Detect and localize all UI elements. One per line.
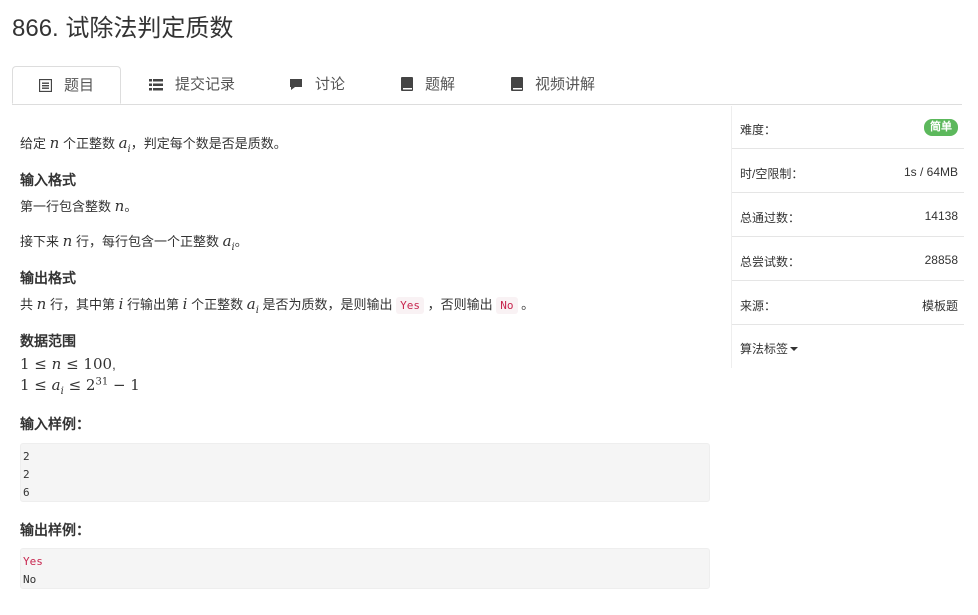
text: 行输出第 bbox=[127, 297, 180, 312]
math-var: a bbox=[246, 295, 256, 313]
tab-bar: 题目 提交记录 讨论 题解 视频讲解 bbox=[12, 66, 962, 105]
text: ，判定每个数是否是质数。 bbox=[130, 136, 287, 151]
sample-output-heading: 输出样例： bbox=[20, 522, 90, 538]
math-text: 1 ≤ bbox=[20, 376, 52, 394]
text: 个正整数 bbox=[62, 136, 115, 151]
math-var: a bbox=[222, 232, 232, 250]
math-text: − 1 bbox=[108, 376, 140, 394]
math-n: n bbox=[62, 232, 73, 250]
problem-info-panel: 难度： 简单 时/空限制： 1s / 64MB 总通过数： 14138 总尝试数… bbox=[731, 106, 964, 368]
tags-label: 算法标签 bbox=[740, 342, 789, 356]
math-ai: ai bbox=[222, 232, 235, 253]
source-label: 来源： bbox=[740, 299, 777, 313]
tries-label: 总尝试数： bbox=[740, 255, 801, 269]
math-ai: ai bbox=[51, 376, 64, 397]
algorithm-tags-toggle[interactable]: 算法标签 bbox=[740, 340, 799, 357]
output-description: 共 n 行，其中第 i 行输出第 i 个正整数 ai 是否为质数，是则输出 Ye… bbox=[20, 294, 534, 316]
problem-description: 给定 n 个正整数 ai，判定每个数是否是质数。 bbox=[20, 133, 287, 155]
input-line-2: 接下来 n 行，每行包含一个正整数 ai。 bbox=[20, 231, 248, 253]
book-icon bbox=[511, 77, 523, 91]
passed-label: 总通过数： bbox=[740, 211, 801, 225]
text: 接下来 bbox=[20, 234, 60, 249]
tab-discussion[interactable]: 讨论 bbox=[289, 66, 345, 104]
code-line: 2 bbox=[23, 450, 30, 463]
sample-input-box: 2 2 6 bbox=[20, 443, 710, 502]
input-line-1: 第一行包含整数 n。 bbox=[20, 196, 137, 215]
passed-row: 总通过数： 14138 bbox=[732, 194, 964, 237]
page-title: 866. 试除法判定质数 bbox=[12, 15, 234, 42]
code-line: No bbox=[23, 573, 37, 586]
tab-video[interactable]: 视频讲解 bbox=[511, 66, 595, 104]
math-ai: ai bbox=[118, 134, 131, 155]
difficulty-row: 难度： 简单 bbox=[732, 106, 964, 149]
text: 个正整数 bbox=[191, 297, 244, 312]
source-row: 来源： 模板题 bbox=[732, 282, 964, 325]
text: , bbox=[112, 357, 116, 372]
caret-down-icon bbox=[790, 347, 799, 351]
math-i: i bbox=[118, 295, 124, 313]
inline-code-yes: Yes bbox=[396, 297, 425, 314]
input-heading: 输入格式 bbox=[20, 172, 76, 188]
text: 行，每行包含一个正整数 bbox=[75, 234, 219, 249]
text: 。 bbox=[124, 199, 138, 214]
text: 行，其中第 bbox=[49, 297, 115, 312]
tries-row: 总尝试数： 28858 bbox=[732, 238, 964, 281]
tab-label: 讨论 bbox=[315, 76, 346, 93]
sample-output-box: Yes No bbox=[20, 548, 710, 589]
text: 。 bbox=[521, 297, 535, 312]
tab-submissions[interactable]: 提交记录 bbox=[149, 66, 235, 104]
math-sup: 31 bbox=[95, 376, 109, 388]
text: 第一行包含整数 bbox=[20, 199, 112, 214]
code-line: 2 bbox=[23, 468, 30, 481]
limit-label: 时/空限制： bbox=[740, 167, 804, 181]
sample-input-heading: 输入样例： bbox=[20, 416, 90, 432]
code-line: 6 bbox=[23, 486, 30, 499]
output-heading: 输出格式 bbox=[20, 270, 76, 286]
tab-solutions[interactable]: 题解 bbox=[401, 66, 455, 104]
text: 共 bbox=[20, 297, 34, 312]
math-ai: ai bbox=[246, 295, 259, 316]
tab-label: 题解 bbox=[425, 76, 456, 93]
source-value[interactable]: 模板题 bbox=[922, 297, 958, 314]
tab-label: 提交记录 bbox=[175, 76, 236, 93]
difficulty-badge: 简单 bbox=[924, 119, 958, 136]
list-icon bbox=[149, 79, 163, 91]
math-text: 1 ≤ bbox=[20, 355, 52, 373]
math-var: a bbox=[118, 134, 128, 152]
tab-label: 视频讲解 bbox=[535, 76, 596, 93]
math-sub: i bbox=[255, 305, 259, 316]
inline-code-no: No bbox=[496, 297, 518, 314]
math-n: n bbox=[51, 355, 62, 373]
range-heading: 数据范围 bbox=[20, 333, 76, 349]
tab-problem[interactable]: 题目 bbox=[12, 66, 121, 104]
text: 。 bbox=[234, 234, 248, 249]
math-i: i bbox=[182, 295, 188, 313]
tries-value: 28858 bbox=[924, 253, 958, 267]
code-line: Yes bbox=[23, 555, 43, 568]
tab-label: 题目 bbox=[64, 77, 95, 94]
book-icon bbox=[401, 77, 413, 91]
limit-row: 时/空限制： 1s / 64MB bbox=[732, 150, 964, 193]
difficulty-label: 难度： bbox=[740, 123, 777, 137]
limit-value: 1s / 64MB bbox=[903, 165, 958, 179]
math-text: ≤ 2 bbox=[63, 376, 96, 394]
range-line-2: 1 ≤ ai ≤ 231 − 1 bbox=[20, 376, 140, 397]
list-alt-icon bbox=[38, 78, 53, 93]
math-var: a bbox=[51, 376, 61, 394]
math-n: n bbox=[49, 134, 60, 152]
text: 是否为质数，是则输出 bbox=[262, 297, 393, 312]
text: 给定 bbox=[20, 136, 47, 151]
math-text: ≤ 100 bbox=[61, 355, 113, 373]
math-n: n bbox=[36, 295, 47, 313]
passed-value: 14138 bbox=[924, 209, 958, 223]
comment-icon bbox=[290, 79, 302, 90]
math-n: n bbox=[114, 197, 125, 215]
range-line-1: 1 ≤ n ≤ 100, bbox=[20, 355, 116, 373]
text: ，否则输出 bbox=[427, 297, 493, 312]
